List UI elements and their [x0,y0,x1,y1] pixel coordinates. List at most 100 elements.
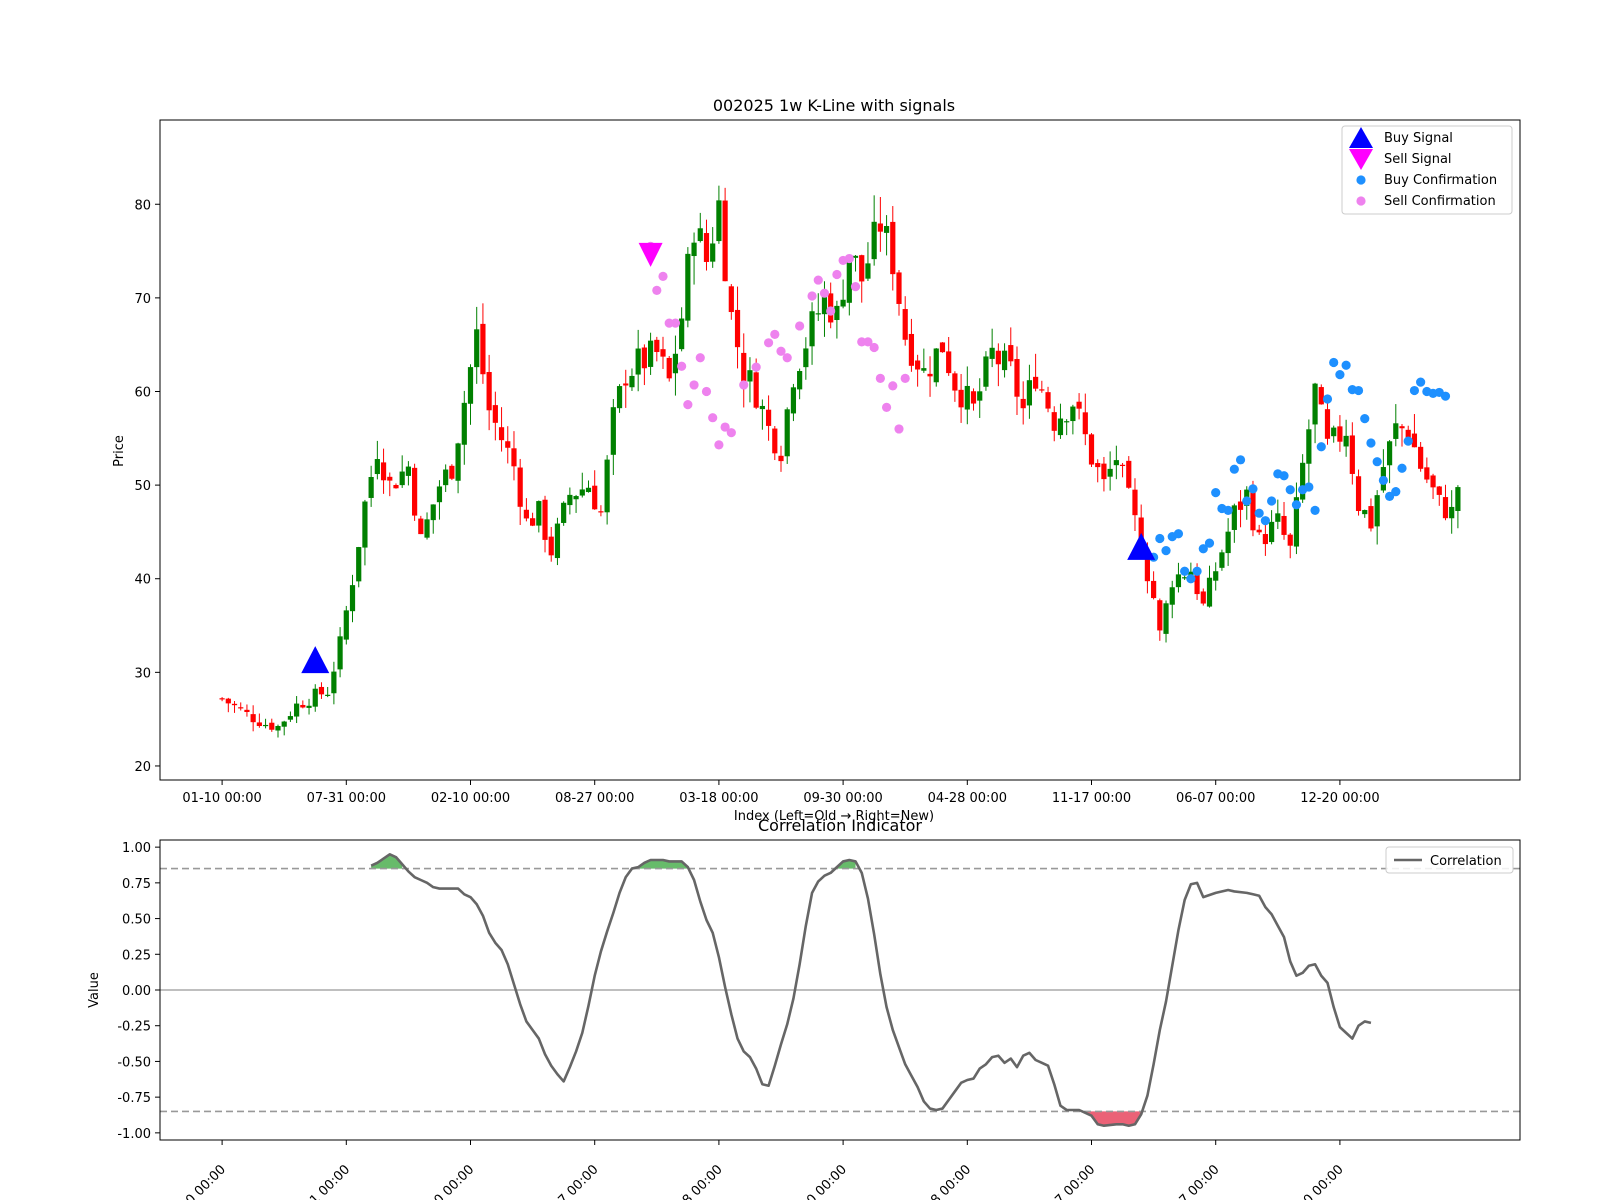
candle-up [536,501,542,526]
candle-down [660,349,666,357]
candle-down [1008,345,1014,362]
candle-down [1442,497,1449,519]
correlation-y-tick-label: -0.25 [117,1020,151,1035]
candle-up [343,610,349,640]
buy-confirmation-point [1360,414,1370,424]
candle-down [548,536,554,556]
buy-confirmation-point [1180,566,1190,576]
correlation-x-tick-label: 0 00:00 [431,1162,477,1200]
kline-x-tick-label: 07-31 00:00 [307,791,386,806]
kline-y-tick-label: 20 [134,760,151,775]
candle-down [1101,463,1107,480]
candle-up [871,221,877,260]
candle-down [231,703,238,706]
buy-confirmation-point [1242,496,1252,506]
sell-confirmation-point [819,288,830,298]
buy-confirmation-point [1173,529,1184,539]
candle-up [399,471,405,486]
sell-signal-marker [638,242,663,267]
kline-y-tick-label: 30 [134,666,151,681]
kline-legend: Buy Signal Sell Signal Buy Confirmation Sel… [1341,125,1513,215]
candle-down [1119,464,1126,466]
candle-down [778,455,784,462]
buy-confirmation-point [1341,360,1351,370]
candle-down [970,391,977,404]
buy-confirmation-point [1372,457,1382,467]
figure: 002025 1w K-Line with signals Price Inde… [87,96,1521,1200]
candle-down [380,462,387,481]
candle-down [1020,398,1026,409]
buy-confirmation-point [1397,463,1407,473]
buy-confirmation-point [1322,394,1333,404]
kline-x-tick-label: 06-07 00:00 [1176,791,1255,806]
correlation-y-tick-label: 0.00 [122,984,151,999]
candle-down [505,441,511,448]
sell-confirmation-point [875,373,885,383]
candle-down [641,347,647,369]
candle-down [1082,412,1088,435]
candle-down [530,518,536,526]
sell-confirmation-point [807,291,817,301]
buy-confirmation-point [1316,442,1326,452]
correlation-x-tick-label: 7 00:00 [1052,1162,1098,1200]
candle-down [1318,387,1324,405]
correlation-axes-ticks: 1.00 0.75 0.50 0.25 0.00 -0.25 -0.50 -0.75 -1.00… [117,841,1520,1200]
candle-up [349,585,356,612]
candle-down [542,499,548,540]
kline-y-tick-label: 60 [134,385,151,400]
candle-down [1200,591,1206,604]
candle-down [256,722,262,726]
correlation-y-axis-label: Value [87,972,102,1008]
sell-confirmation-point [832,269,842,280]
buy-confirmation-point [1279,471,1289,481]
buy-confirmation-point [1285,485,1295,495]
candle-up [561,502,567,523]
kline-legend-label: Buy Confirmation [1384,173,1497,188]
candle-down [412,467,418,516]
sell-confirmation-point [795,321,805,331]
candle-up [1213,571,1219,581]
correlation-x-tick-label: 7 00:00 [556,1162,602,1200]
correlation-x-tick-label: 0 00:00 [804,1162,850,1200]
legend-sell-confirmation-swatch [1356,196,1366,206]
candle-down [859,255,865,282]
buy-confirmation-point [1291,500,1302,510]
kline-y-tick-label: 70 [134,292,151,307]
kline-plot-frame [159,119,1521,781]
sell-confirmation-point [683,399,693,410]
candle-down [219,698,225,700]
correlation-title: Correlation Indicator [758,816,922,835]
kline-axes-ticks: 20 30 40 50 60 70 80 01-10 00:00 07-31 00:00 02-1… [134,198,1379,806]
candle-up [1206,577,1213,607]
candle-up [815,313,821,315]
kline-x-tick-label: 11-17 00:00 [1052,791,1131,806]
candle-down [486,372,492,411]
candle-down [238,707,244,709]
candle-up [635,348,641,375]
candle-down [734,309,741,348]
kline-y-axis-label: Price [112,435,127,467]
candle-up [1163,603,1169,634]
kline-panel: 002025 1w K-Line with signals Price Inde… [112,96,1521,824]
buy-confirmation-point [1161,546,1171,556]
kline-y-tick-label: 40 [134,573,151,588]
candle-down [1157,600,1163,631]
sell-confirmation-point [739,380,749,390]
candle-down [517,467,523,507]
kline-title: 002025 1w K-Line with signals [713,96,955,115]
candle-up [1343,435,1349,447]
correlation-x-tick-label: 8 00:00 [928,1162,974,1200]
candle-up [554,523,561,559]
sell-confirmation-point [689,380,699,390]
candle-up [1225,531,1231,554]
candle-down [877,223,883,232]
sell-confirmation-point [652,285,662,295]
candle-down [1095,463,1101,468]
candle-down [498,427,505,441]
buy-confirmation-point [1155,533,1165,544]
correlation-y-tick-label: -0.75 [117,1091,151,1106]
candle-up [964,385,970,410]
candle-up [467,367,474,404]
candle-down [1262,534,1268,545]
candle-down [318,686,325,695]
